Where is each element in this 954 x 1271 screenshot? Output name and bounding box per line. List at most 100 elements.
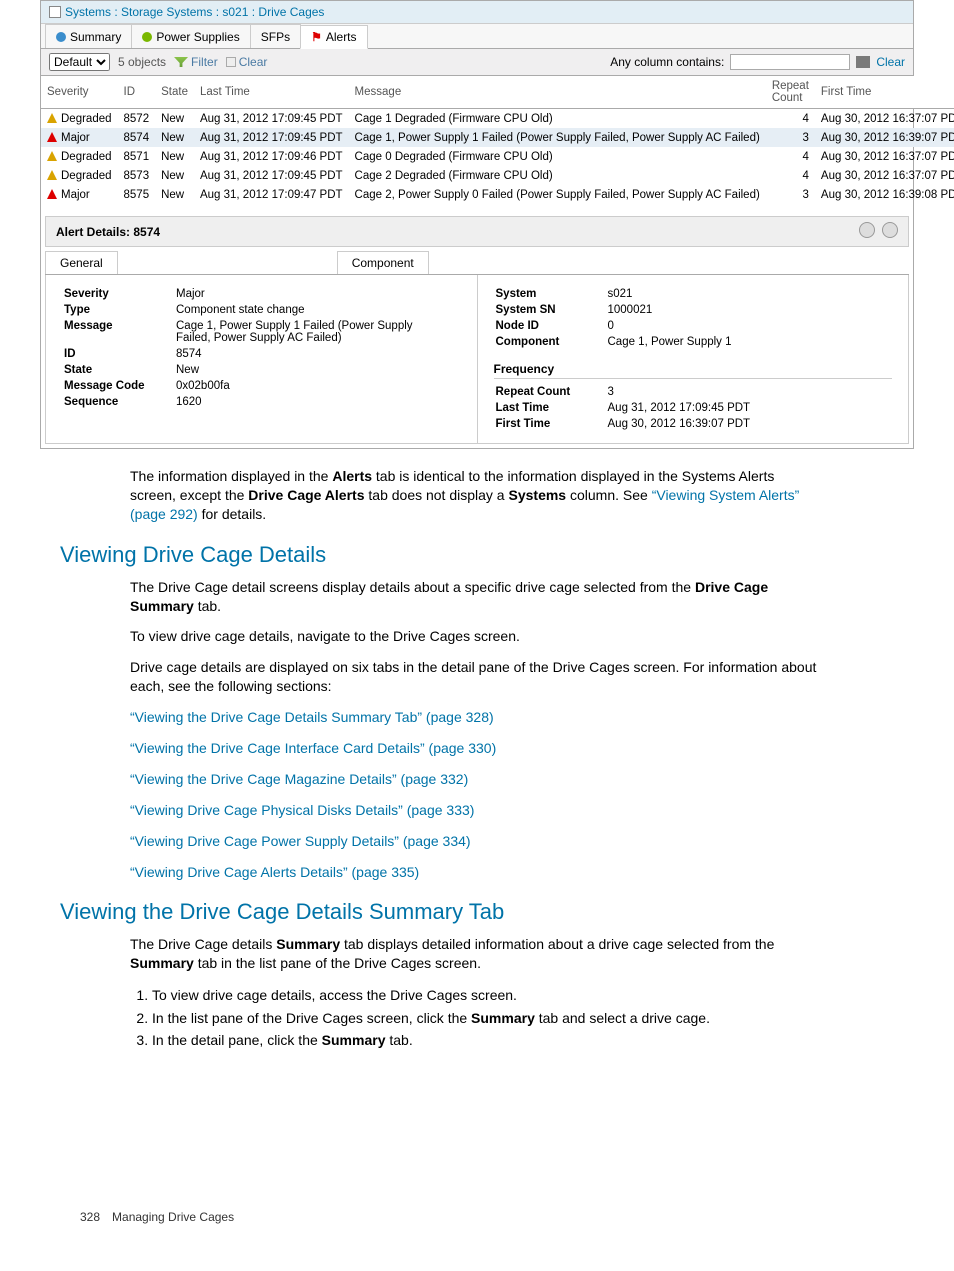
k-rc: Repeat Count [496,385,606,399]
filter-label: Filter [191,55,218,69]
v-type: Component state change [176,303,459,317]
k-system: System [496,287,606,301]
step-item: To view drive cage details, access the D… [152,985,824,1005]
detail-tabs: General Component [45,251,909,275]
window-icon [49,6,61,18]
k-state: State [64,363,174,377]
v-state: New [176,363,459,377]
table-row[interactable]: Major8575NewAug 31, 2012 17:09:47 PDTCag… [41,185,954,204]
collapse-button[interactable] [859,222,875,238]
k-type: Type [64,303,174,317]
alert-details-bar: Alert Details: 8574 [45,216,909,247]
tab-summary[interactable]: Summary [45,24,132,48]
col-state[interactable]: State [155,76,194,109]
step-item: In the list pane of the Drive Cages scre… [152,1008,824,1028]
power-icon [142,32,152,42]
tab-alerts[interactable]: ⚑ Alerts [300,25,367,49]
clear-filter-button[interactable]: Clear [226,55,268,69]
col-message[interactable]: Message [349,76,766,109]
list-pane-tabs: Summary Power Supplies SFPs ⚑ Alerts [41,24,913,49]
v-ft: Aug 30, 2012 16:39:07 PDT [608,417,761,431]
xref-link[interactable]: “Viewing Drive Cage Physical Disks Detai… [130,801,824,820]
v-node: 0 [608,319,742,333]
k-lt: Last Time [496,401,606,415]
table-row[interactable]: Degraded8571NewAug 31, 2012 17:09:46 PDT… [41,147,954,166]
filter-icon [174,57,188,67]
object-count: 5 objects [118,55,166,69]
para-summary-desc: The Drive Cage details Summary tab displ… [130,935,824,973]
grid-toolbar: Default 5 objects Filter Clear Any colum… [41,49,913,76]
expand-button[interactable] [882,222,898,238]
table-row[interactable]: Degraded8572NewAug 31, 2012 17:09:45 PDT… [41,109,954,129]
filter-button[interactable]: Filter [174,55,218,69]
para-navigate: To view drive cage details, navigate to … [130,627,824,646]
clear-icon [226,57,236,67]
v-msgcode: 0x02b00fa [176,379,459,393]
v-sn: 1000021 [608,303,742,317]
frequency-header: Frequency [494,359,893,379]
col-id[interactable]: ID [118,76,156,109]
v-comp: Cage 1, Power Supply 1 [608,335,742,349]
detail-tab-component[interactable]: Component [337,251,429,274]
info-icon [56,32,66,42]
clear-label: Clear [239,55,268,69]
page-footer: 328 Managing Drive Cages [80,1210,914,1224]
para-six-tabs: Drive cage details are displayed on six … [130,658,824,696]
alert-details-title: Alert Details: 8574 [56,225,160,239]
v-rc: 3 [608,385,761,399]
severity-icon [47,189,57,199]
v-id: 8574 [176,347,459,361]
repeat-l2: Count [772,92,809,104]
breadcrumb-text: Systems : Storage Systems : s021 : Drive… [65,5,324,19]
view-dropdown[interactable]: Default [49,53,110,71]
alerts-grid: Severity ID State Last Time Message Repe… [41,76,954,204]
xref-link[interactable]: “Viewing Drive Cage Power Supply Details… [130,832,824,851]
severity-icon [47,132,57,142]
v-system: s021 [608,287,742,301]
clear-link[interactable]: Clear [876,55,905,69]
tab-alerts-label: Alerts [326,30,357,44]
detail-tab-general[interactable]: General [45,251,118,274]
col-firsttime[interactable]: First Time [815,76,954,109]
col-repeatcount[interactable]: Repeat Count [766,76,815,109]
v-seq: 1620 [176,395,459,409]
anycolumn-label: Any column contains: [610,55,724,69]
col-lasttime[interactable]: Last Time [194,76,349,109]
v-lt: Aug 31, 2012 17:09:45 PDT [608,401,761,415]
breadcrumb: Systems : Storage Systems : s021 : Drive… [41,1,913,24]
k-seq: Sequence [64,395,174,409]
k-id: ID [64,347,174,361]
k-comp: Component [496,335,606,349]
component-panel: Systems021 System SN1000021 Node ID0 Com… [477,275,909,443]
severity-icon [47,151,57,161]
anycolumn-input[interactable] [730,54,850,70]
heading-viewing-drive-cage-details: Viewing Drive Cage Details [60,542,914,568]
xref-link[interactable]: “Viewing the Drive Cage Interface Card D… [130,739,824,758]
k-node: Node ID [496,319,606,333]
para-detail-intro: The Drive Cage detail screens display de… [130,578,824,616]
steps-list: To view drive cage details, access the D… [152,985,824,1050]
k-ft: First Time [496,417,606,431]
k-sn: System SN [496,303,606,317]
export-icon[interactable] [856,56,870,68]
tab-sfps-label: SFPs [261,30,290,44]
col-severity[interactable]: Severity [41,76,118,109]
xref-link[interactable]: “Viewing the Drive Cage Details Summary … [130,708,824,727]
severity-icon [47,170,57,180]
v-message: Cage 1, Power Supply 1 Failed (Power Sup… [176,319,459,345]
table-row[interactable]: Degraded8573NewAug 31, 2012 17:09:45 PDT… [41,166,954,185]
xref-link[interactable]: “Viewing the Drive Cage Magazine Details… [130,770,824,789]
k-msgcode: Message Code [64,379,174,393]
severity-icon [47,113,57,123]
table-row[interactable]: Major8574NewAug 31, 2012 17:09:45 PDTCag… [41,128,954,147]
detail-area: SeverityMajor TypeComponent state change… [45,275,909,444]
tab-summary-label: Summary [70,30,121,44]
tab-sfps[interactable]: SFPs [250,24,301,48]
step-item: In the detail pane, click the Summary ta… [152,1030,824,1050]
tab-power-supplies[interactable]: Power Supplies [131,24,250,48]
drive-cages-screenshot: Systems : Storage Systems : s021 : Drive… [40,0,914,449]
general-panel: SeverityMajor TypeComponent state change… [46,275,477,443]
repeat-l1: Repeat [772,80,809,92]
flag-icon: ⚑ [311,30,322,44]
xref-link[interactable]: “Viewing Drive Cage Alerts Details” (pag… [130,863,824,882]
